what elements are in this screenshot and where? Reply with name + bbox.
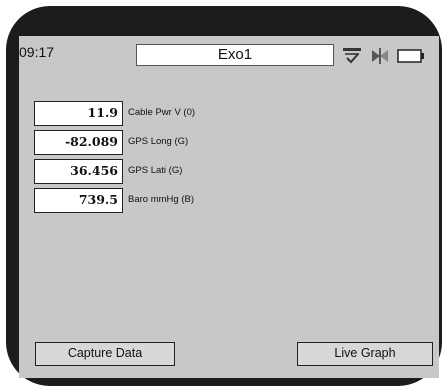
reading-value: 36.456 bbox=[34, 159, 123, 184]
checklist-icon bbox=[343, 48, 361, 64]
capture-data-button[interactable]: Capture Data bbox=[35, 342, 175, 366]
wireless-icon bbox=[372, 48, 388, 64]
device-frame: 09:17 Exo1 11.9 Cable Pwr V (0) -82.089 … bbox=[6, 6, 442, 386]
page-title: Exo1 bbox=[136, 44, 334, 66]
reading-value: 11.9 bbox=[34, 101, 123, 126]
battery-icon bbox=[397, 49, 424, 63]
reading-value: -82.089 bbox=[34, 130, 123, 155]
clock-time: 09:17 bbox=[19, 44, 55, 60]
reading-label: Baro mmHg (B) bbox=[128, 194, 194, 205]
reading-value: 739.5 bbox=[34, 188, 123, 213]
reading-label: GPS Long (G) bbox=[128, 136, 189, 147]
reading-label: Cable Pwr V (0) bbox=[128, 107, 196, 118]
reading-label: GPS Lati (G) bbox=[128, 165, 183, 176]
live-graph-button[interactable]: Live Graph bbox=[297, 342, 433, 366]
device-screen: 09:17 Exo1 11.9 Cable Pwr V (0) -82.089 … bbox=[19, 36, 439, 378]
status-icons bbox=[341, 47, 437, 65]
